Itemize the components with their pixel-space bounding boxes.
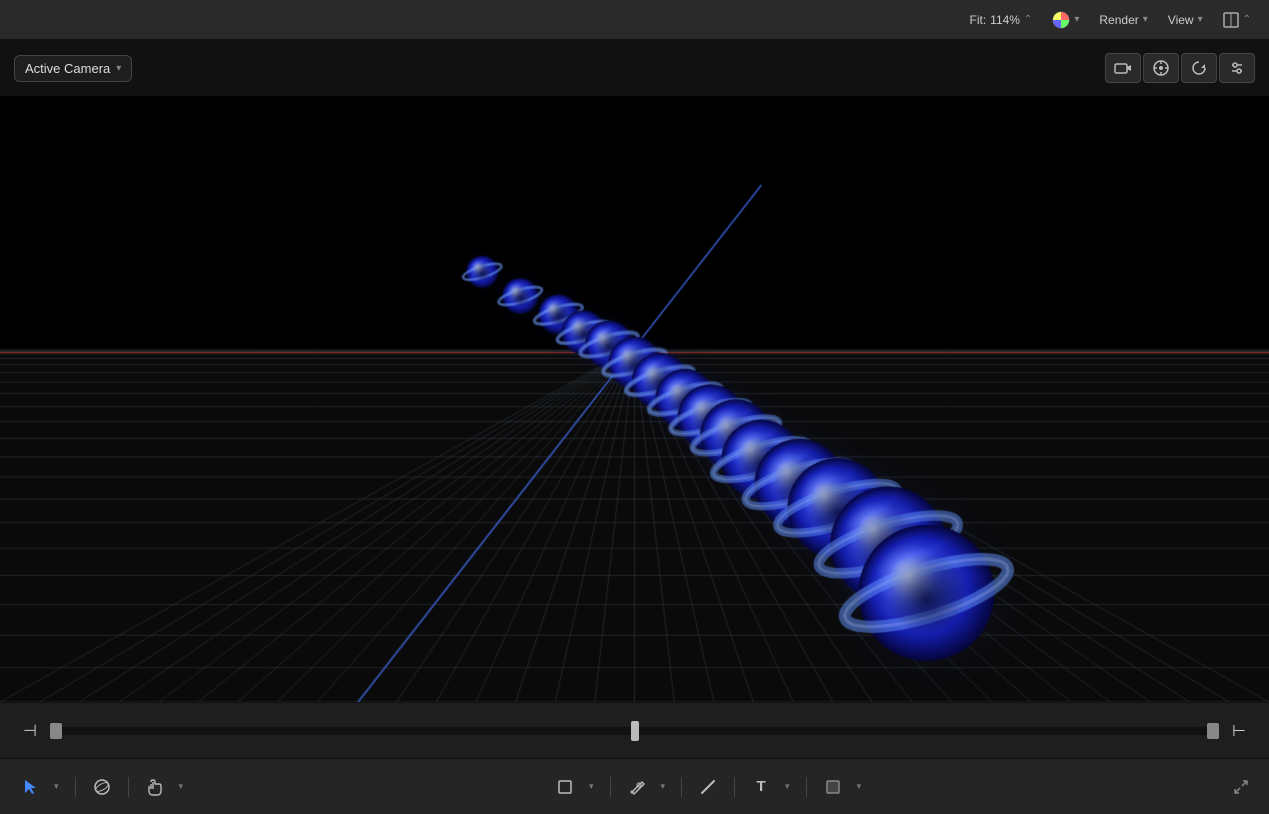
tools-bar: ▾ ▾ ▾ bbox=[0, 758, 1269, 814]
viewport-right-controls bbox=[1105, 53, 1255, 83]
pen-dropdown-arrow-icon: ▾ bbox=[661, 781, 666, 792]
expand-button[interactable] bbox=[1227, 773, 1255, 801]
layout-arrow-icon: ⌃ bbox=[1243, 14, 1251, 25]
timeline-marker-start bbox=[50, 723, 62, 739]
camera-view-button[interactable] bbox=[1105, 53, 1141, 83]
text-dropdown-arrow-icon: ▾ bbox=[785, 781, 790, 792]
shape-tool-group: ▾ bbox=[549, 773, 600, 801]
layout-icon bbox=[1223, 12, 1239, 28]
pan-dropdown-arrow-icon: ▾ bbox=[179, 781, 184, 792]
separator-2 bbox=[128, 777, 129, 797]
arrow-select-icon bbox=[23, 779, 37, 795]
fit-value: 114% bbox=[990, 13, 1020, 27]
text-tool-button[interactable]: T bbox=[745, 773, 777, 801]
navigation-button[interactable] bbox=[1143, 53, 1179, 83]
timeline-bar: ⊣ ⊢ bbox=[0, 702, 1269, 758]
pan-tool-button[interactable] bbox=[139, 773, 171, 801]
color-mode-arrow-icon: ▾ bbox=[1074, 14, 1079, 25]
shape-tool-button[interactable] bbox=[549, 773, 581, 801]
separator-5 bbox=[734, 777, 735, 797]
layout-button[interactable]: ⌃ bbox=[1217, 9, 1257, 31]
orbit-icon bbox=[93, 778, 111, 796]
expand-icon bbox=[1232, 778, 1250, 796]
timeline-track[interactable] bbox=[56, 727, 1213, 735]
rect-icon bbox=[557, 779, 573, 795]
color-mode-button[interactable]: ▾ bbox=[1046, 8, 1085, 32]
select-tool-group: ▾ bbox=[14, 773, 65, 801]
3d-viewport-canvas[interactable] bbox=[0, 96, 1269, 702]
pen-tool-dropdown[interactable]: ▾ bbox=[655, 777, 672, 796]
camera-label: Active Camera bbox=[25, 61, 110, 76]
pen-icon bbox=[628, 778, 646, 796]
view-button[interactable]: View ▾ bbox=[1162, 10, 1209, 30]
sliders-icon bbox=[1230, 61, 1244, 75]
render-label: Render bbox=[1099, 13, 1138, 27]
render-arrow-icon: ▾ bbox=[1143, 14, 1148, 25]
pan-tool-group: ▾ bbox=[139, 773, 190, 801]
select-dropdown-arrow-icon: ▾ bbox=[54, 781, 59, 792]
canvas-area[interactable] bbox=[0, 96, 1269, 702]
separator-6 bbox=[806, 777, 807, 797]
color-wheel-icon bbox=[1052, 11, 1070, 29]
reset-icon bbox=[1191, 60, 1207, 76]
fit-arrow-icon: ⌃ bbox=[1024, 14, 1032, 25]
separator-3 bbox=[610, 777, 611, 797]
pen-tool-button[interactable] bbox=[621, 773, 653, 801]
color-tool-dropdown[interactable]: ▾ bbox=[851, 777, 868, 796]
view-label: View bbox=[1168, 13, 1194, 27]
compass-icon bbox=[1152, 59, 1170, 77]
color-tool-button[interactable] bbox=[817, 773, 849, 801]
camera-selector[interactable]: Active Camera ▾ bbox=[14, 55, 132, 82]
reset-button[interactable] bbox=[1181, 53, 1217, 83]
pan-tool-dropdown[interactable]: ▾ bbox=[173, 777, 190, 796]
fit-control[interactable]: Fit: 114% ⌃ bbox=[963, 10, 1038, 30]
fit-label: Fit: bbox=[969, 13, 986, 27]
camera-icon bbox=[1114, 61, 1132, 75]
top-bar: Fit: 114% ⌃ ▾ Render ▾ View ▾ ⌃ bbox=[0, 0, 1269, 40]
timeline-marker-end bbox=[1207, 723, 1219, 739]
render-button[interactable]: Render ▾ bbox=[1093, 10, 1153, 30]
pen-tool-group: ▾ bbox=[621, 773, 672, 801]
color-tool-group: ▾ bbox=[817, 773, 868, 801]
shape-dropdown-arrow-icon: ▾ bbox=[589, 781, 594, 792]
timeline-marker-current[interactable] bbox=[631, 721, 639, 741]
select-tool-dropdown[interactable]: ▾ bbox=[48, 777, 65, 796]
line-tool-button[interactable] bbox=[692, 773, 724, 801]
view-arrow-icon: ▾ bbox=[1198, 14, 1203, 25]
timeline-end-button[interactable]: ⊢ bbox=[1223, 717, 1255, 745]
separator-4 bbox=[681, 777, 682, 797]
shape-tool-dropdown[interactable]: ▾ bbox=[583, 777, 600, 796]
viewport-controls: Active Camera ▾ bbox=[0, 40, 1269, 96]
orbit-tool-button[interactable] bbox=[86, 773, 118, 801]
color-fill-icon bbox=[825, 779, 841, 795]
options-button[interactable] bbox=[1219, 53, 1255, 83]
viewport-wrapper: Active Camera ▾ bbox=[0, 40, 1269, 758]
camera-chevron-icon: ▾ bbox=[116, 63, 121, 74]
text-tool-dropdown[interactable]: ▾ bbox=[779, 777, 796, 796]
line-icon bbox=[699, 778, 717, 796]
hand-icon bbox=[146, 778, 164, 796]
text-tool-group: T ▾ bbox=[745, 773, 796, 801]
timeline-start-button[interactable]: ⊣ bbox=[14, 717, 46, 745]
select-tool-button[interactable] bbox=[14, 773, 46, 801]
color-dropdown-arrow-icon: ▾ bbox=[857, 781, 862, 792]
separator-1 bbox=[75, 777, 76, 797]
